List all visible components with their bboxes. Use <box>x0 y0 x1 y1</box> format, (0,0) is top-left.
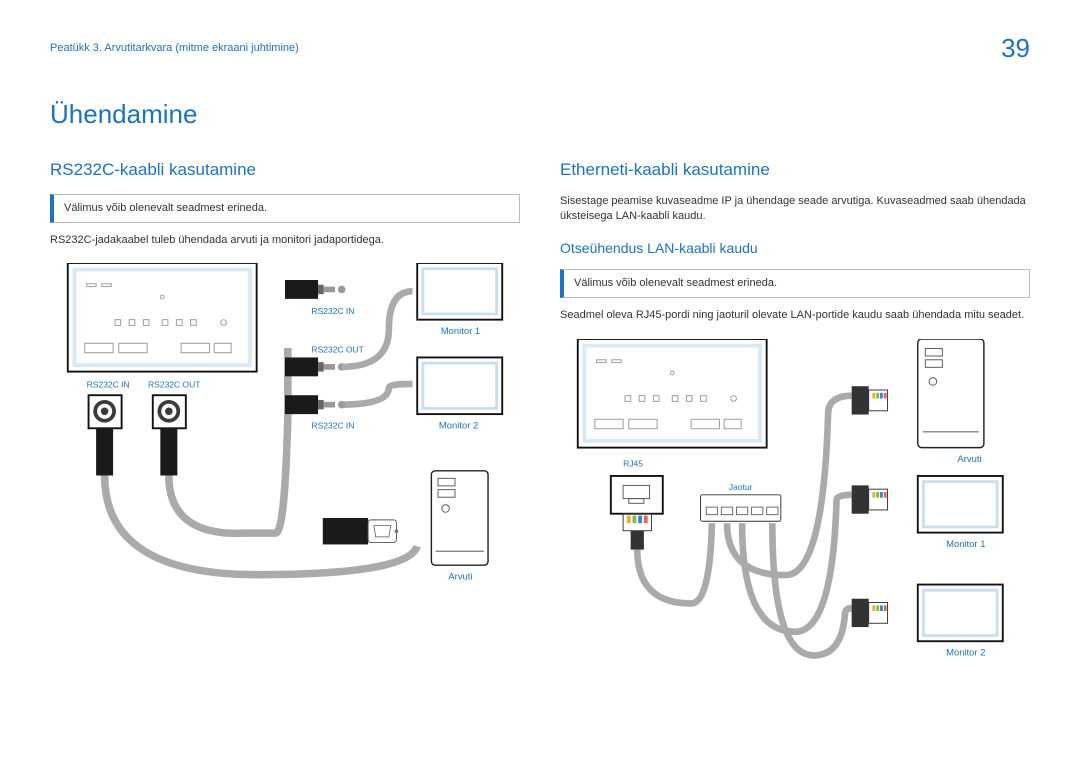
lbl-in: RS232C IN <box>87 380 130 390</box>
lbl-in1: RS232C IN <box>311 306 354 316</box>
chapter-label: Peatükk 3. Arvutitarkvara (mitme ekraani… <box>50 41 299 56</box>
lan-diagram: RJ45 Jaotur <box>560 339 1030 679</box>
left-column: RS232C-kaabli kasutamine Välimus võib ol… <box>50 158 520 684</box>
lbl-r-mon2: Monitor 2 <box>946 647 985 658</box>
rs232c-heading: RS232C-kaabli kasutamine <box>50 158 520 182</box>
ethernet-text: Sisestage peamise kuvaseadme IP ja ühend… <box>560 194 1030 225</box>
rs232c-text: RS232C-jadakaabel tuleb ühendada arvuti … <box>50 233 520 248</box>
page-title: Ühendamine <box>50 96 1030 132</box>
lbl-mon2: Monitor 2 <box>439 421 478 432</box>
lbl-rj45: RJ45 <box>623 458 643 468</box>
lbl-r-mon1: Monitor 1 <box>946 539 985 550</box>
lbl-r-arvuti: Arvuti <box>957 454 981 465</box>
right-column: Etherneti-kaabli kasutamine Sisestage pe… <box>560 158 1030 684</box>
lan-text: Seadmel oleva RJ45-pordi ning jaoturil o… <box>560 308 1030 323</box>
note-lan: Välimus võib olenevalt seadmest erineda. <box>560 269 1030 298</box>
lbl-mon1: Monitor 1 <box>441 326 480 337</box>
lbl-out: RS232C OUT <box>148 380 200 390</box>
lan-subheading: Otseühendus LAN-kaabli kaudu <box>560 239 1030 259</box>
note-rs232c: Välimus võib olenevalt seadmest erineda. <box>50 194 520 223</box>
rs232c-diagram: RS232C IN RS232C OUT RS232C <box>50 263 520 603</box>
ethernet-heading: Etherneti-kaabli kasutamine <box>560 158 1030 182</box>
lbl-jaotur: Jaotur <box>729 482 753 492</box>
page-number: 39 <box>1001 30 1030 66</box>
lbl-arvuti: Arvuti <box>448 572 472 583</box>
lbl-out2: RS232C OUT <box>311 345 363 355</box>
lbl-in3: RS232C IN <box>311 421 354 431</box>
